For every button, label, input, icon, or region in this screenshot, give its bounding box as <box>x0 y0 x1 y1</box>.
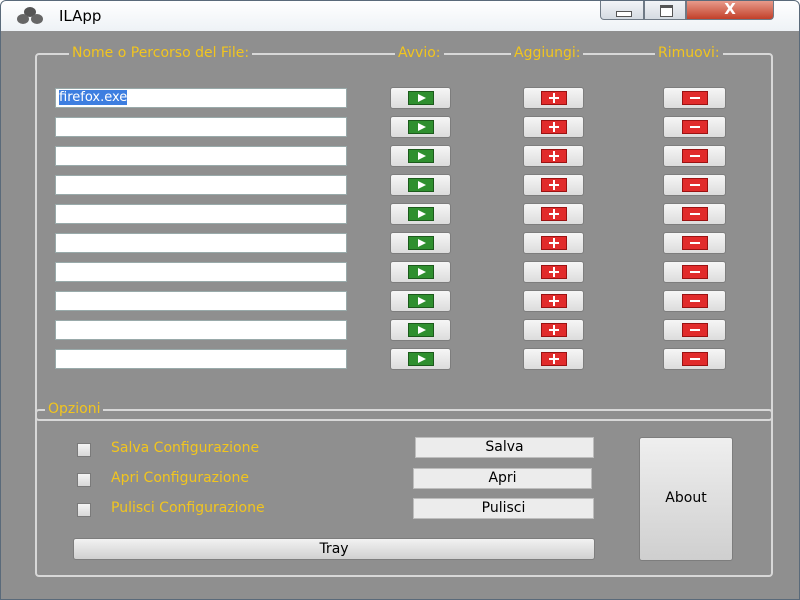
run-button[interactable] <box>390 116 451 138</box>
add-button[interactable] <box>523 203 584 225</box>
file-path-input[interactable] <box>55 175 347 195</box>
minus-icon <box>681 120 708 134</box>
remove-button[interactable] <box>663 87 726 109</box>
file-path-input[interactable]: firefox.exe <box>55 88 347 108</box>
minus-icon <box>681 323 708 337</box>
run-button[interactable] <box>390 290 451 312</box>
tray-button[interactable]: Tray <box>73 538 595 560</box>
legend-run: Avvio: <box>395 45 444 61</box>
legend-remove: Rimuovi: <box>655 45 723 61</box>
play-icon <box>407 207 434 221</box>
save-config-checkbox[interactable] <box>77 443 91 457</box>
app-window: ILApp X Nome o Percorso del File: Avvio:… <box>0 0 800 600</box>
add-button[interactable] <box>523 319 584 341</box>
minus-icon <box>681 352 708 366</box>
minus-icon <box>681 207 708 221</box>
play-icon <box>407 91 434 105</box>
plus-icon <box>540 352 567 366</box>
remove-button[interactable] <box>663 232 726 254</box>
plus-icon <box>540 323 567 337</box>
title-bar: ILApp X <box>1 1 799 31</box>
play-icon <box>407 294 434 308</box>
add-button[interactable] <box>523 290 584 312</box>
run-button[interactable] <box>390 145 451 167</box>
run-button[interactable] <box>390 348 451 370</box>
run-button[interactable] <box>390 87 451 109</box>
run-button[interactable] <box>390 261 451 283</box>
file-path-input[interactable] <box>55 204 347 224</box>
add-button[interactable] <box>523 145 584 167</box>
add-button[interactable] <box>523 116 584 138</box>
plus-icon <box>540 265 567 279</box>
maximize-button[interactable] <box>644 1 686 20</box>
minimize-icon <box>616 11 632 17</box>
minus-icon <box>681 91 708 105</box>
play-icon <box>407 265 434 279</box>
remove-button[interactable] <box>663 290 726 312</box>
play-icon <box>407 352 434 366</box>
file-path-input[interactable] <box>55 117 347 137</box>
run-button[interactable] <box>390 203 451 225</box>
close-icon: X <box>724 0 736 18</box>
minus-icon <box>681 294 708 308</box>
play-icon <box>407 178 434 192</box>
plus-icon <box>540 294 567 308</box>
clear-config-label: Pulisci Configurazione <box>111 500 265 516</box>
legend-add: Aggiungi: <box>511 45 584 61</box>
about-button[interactable]: About <box>639 437 733 561</box>
file-path-input[interactable] <box>55 320 347 340</box>
play-icon <box>407 120 434 134</box>
open-config-checkbox[interactable] <box>77 473 91 487</box>
clear-config-checkbox[interactable] <box>77 503 91 517</box>
play-icon <box>407 323 434 337</box>
remove-button[interactable] <box>663 319 726 341</box>
remove-button[interactable] <box>663 174 726 196</box>
plus-icon <box>540 91 567 105</box>
client-area: Nome o Percorso del File: Avvio: Aggiung… <box>11 31 789 591</box>
minus-icon <box>681 149 708 163</box>
add-button[interactable] <box>523 87 584 109</box>
plus-icon <box>540 207 567 221</box>
app-icon <box>17 7 43 24</box>
file-path-input[interactable] <box>55 291 347 311</box>
minus-icon <box>681 265 708 279</box>
file-path-input[interactable] <box>55 146 347 166</box>
file-path-text: firefox.exe <box>59 90 128 105</box>
save-config-label: Salva Configurazione <box>111 440 260 456</box>
add-button[interactable] <box>523 174 584 196</box>
run-button[interactable] <box>390 232 451 254</box>
plus-icon <box>540 236 567 250</box>
run-button[interactable] <box>390 319 451 341</box>
minimize-button[interactable] <box>600 1 644 20</box>
window-title: ILApp <box>59 7 102 25</box>
add-button[interactable] <box>523 261 584 283</box>
remove-button[interactable] <box>663 203 726 225</box>
run-button[interactable] <box>390 174 451 196</box>
remove-button[interactable] <box>663 348 726 370</box>
minus-icon <box>681 236 708 250</box>
options-legend: Opzioni <box>45 401 104 417</box>
play-icon <box>407 236 434 250</box>
add-button[interactable] <box>523 232 584 254</box>
maximize-icon <box>660 5 673 17</box>
file-path-input[interactable] <box>55 233 347 253</box>
remove-button[interactable] <box>663 261 726 283</box>
clear-button[interactable]: Pulisci <box>413 498 594 519</box>
save-button[interactable]: Salva <box>415 437 594 458</box>
file-path-input[interactable] <box>55 262 347 282</box>
close-button[interactable]: X <box>686 1 774 20</box>
minus-icon <box>681 178 708 192</box>
plus-icon <box>540 149 567 163</box>
plus-icon <box>540 120 567 134</box>
remove-button[interactable] <box>663 116 726 138</box>
remove-button[interactable] <box>663 145 726 167</box>
add-button[interactable] <box>523 348 584 370</box>
play-icon <box>407 149 434 163</box>
open-config-label: Apri Configurazione <box>111 470 249 486</box>
legend-file-name: Nome o Percorso del File: <box>69 45 253 61</box>
plus-icon <box>540 178 567 192</box>
file-path-input[interactable] <box>55 349 347 369</box>
open-button[interactable]: Apri <box>413 468 592 489</box>
